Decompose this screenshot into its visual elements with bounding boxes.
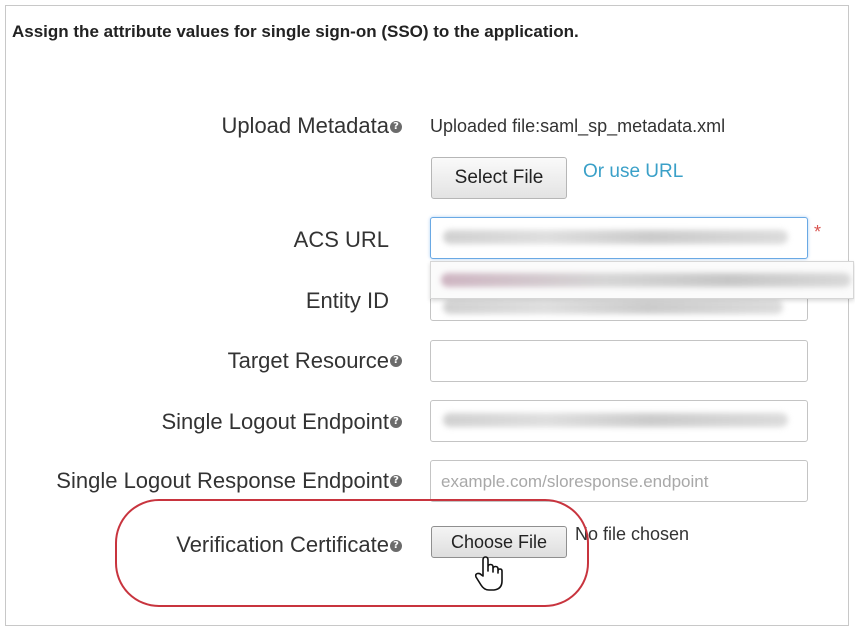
use-url-link[interactable]: Or use URL (583, 161, 683, 183)
upload-metadata-label: Upload Metadata (221, 113, 389, 138)
help-icon[interactable]: ? (390, 416, 402, 428)
uploaded-file-text: Uploaded file:saml_sp_metadata.xml (430, 116, 726, 136)
single-logout-response-endpoint-input[interactable]: example.com/sloresponse.endpoint (430, 460, 808, 502)
entity-id-label: Entity ID (305, 288, 389, 313)
single-logout-endpoint-label: Single Logout Endpoint (161, 409, 389, 434)
select-file-button[interactable]: Select File (431, 157, 567, 199)
redacted-value (443, 300, 783, 314)
field-placeholder: example.com/sloresponse.endpoint (441, 472, 709, 491)
required-marker: * (814, 222, 822, 242)
target-resource-label: Target Resource (227, 348, 389, 373)
target-resource-input[interactable] (430, 340, 808, 382)
acs-url-input[interactable] (430, 217, 808, 259)
help-icon[interactable]: ? (390, 475, 402, 487)
highlight-annotation (115, 499, 589, 607)
page-heading: Assign the attribute values for single s… (12, 22, 579, 41)
help-icon[interactable]: ? (390, 121, 402, 133)
acs-url-label: ACS URL (293, 227, 389, 252)
redacted-value (443, 413, 788, 427)
autocomplete-dropdown[interactable] (430, 261, 854, 299)
file-status-text: No file chosen (575, 524, 690, 544)
autocomplete-suggestion[interactable] (441, 273, 851, 287)
single-logout-response-endpoint-label: Single Logout Response Endpoint (56, 468, 389, 493)
single-logout-endpoint-input[interactable] (430, 400, 808, 442)
redacted-value (443, 230, 788, 244)
help-icon[interactable]: ? (390, 355, 402, 367)
